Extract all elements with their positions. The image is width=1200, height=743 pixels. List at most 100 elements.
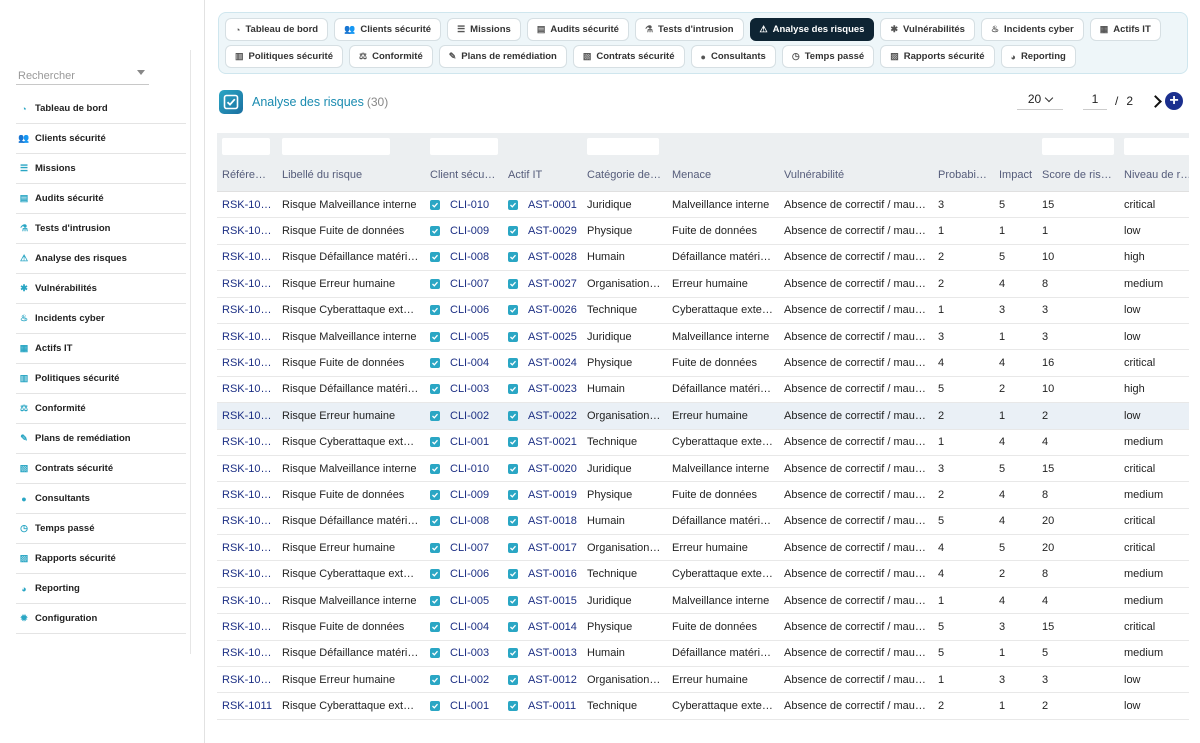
module-tab[interactable]: ◷ Temps passé — [781, 45, 875, 68]
table-cell[interactable]: RSK-1013 — [217, 640, 277, 668]
module-tab[interactable]: ▤ Audits sécurité — [526, 18, 629, 41]
table-cell[interactable]: RSK-1022 — [217, 402, 277, 430]
table-row[interactable]: RSK-1016 Risque Cyberattaque externe CLI-0… — [217, 560, 1189, 588]
module-tab[interactable]: ⚗ Tests d'intrusion — [634, 18, 744, 41]
module-tab[interactable]: ● Consultants — [690, 45, 776, 68]
client-link[interactable]: CLI-008 — [450, 251, 489, 263]
asset-link[interactable]: AST-0018 — [528, 515, 577, 527]
table-row[interactable]: RSK-1011 Risque Cyberattaque externe CLI-0… — [217, 692, 1189, 720]
table-cell[interactable]: CLI-009 — [425, 481, 503, 509]
table-cell[interactable]: RSK-1027 — [217, 270, 277, 298]
next-page-icon[interactable] — [1149, 94, 1162, 108]
column-header[interactable]: Client sécurité — [425, 159, 503, 192]
table-cell[interactable]: AST-0021 — [503, 429, 582, 456]
table-row[interactable]: RSK-1027 Risque Erreur humaine CLI-007 AST-… — [217, 270, 1189, 298]
client-link[interactable]: CLI-009 — [450, 489, 489, 501]
table-cell[interactable]: RSK-1030 — [217, 191, 277, 219]
asset-link[interactable]: AST-0011 — [528, 700, 576, 712]
module-tab[interactable]: 👥 Clients sécurité — [334, 18, 442, 41]
table-cell[interactable]: AST-0016 — [503, 560, 582, 588]
client-link[interactable]: CLI-004 — [450, 621, 489, 633]
asset-link[interactable]: AST-0028 — [528, 251, 577, 263]
sidebar-item[interactable]: ☰ Missions — [16, 154, 186, 184]
table-cell[interactable]: CLI-006 — [425, 560, 503, 588]
column-header[interactable]: Catégorie de risque — [582, 159, 667, 192]
table-cell[interactable]: AST-0024 — [503, 349, 582, 377]
table-row[interactable]: RSK-1022 Risque Erreur humaine CLI-002 AST-… — [217, 402, 1189, 430]
current-page-input[interactable]: 1 — [1083, 92, 1107, 110]
sidebar-item[interactable]: ▨ Rapports sécurité — [16, 544, 186, 574]
client-link[interactable]: CLI-007 — [450, 278, 489, 290]
table-cell[interactable]: CLI-007 — [425, 534, 503, 562]
table-cell[interactable]: RSK-1021 — [217, 429, 277, 456]
table-row[interactable]: RSK-1020 Risque Malveillance interne CLI-0… — [217, 455, 1189, 483]
table-cell[interactable]: RSK-1020 — [217, 455, 277, 483]
asset-link[interactable]: AST-0001 — [528, 199, 577, 211]
table-row[interactable]: RSK-1029 Risque Fuite de données CLI-009 AS… — [217, 217, 1189, 245]
module-tab[interactable]: ▥ Politiques sécurité — [225, 45, 343, 68]
table-row[interactable]: RSK-1018 Risque Défaillance matérielle CLI… — [217, 508, 1189, 536]
table-cell[interactable]: RSK-1018 — [217, 508, 277, 536]
asset-link[interactable]: AST-0029 — [528, 225, 577, 237]
sidebar-item[interactable]: ⚠ Analyse des risques — [16, 244, 186, 274]
table-row[interactable]: RSK-1014 Risque Fuite de données CLI-004 AS… — [217, 613, 1189, 641]
table-cell[interactable]: CLI-010 — [425, 455, 503, 483]
module-tab[interactable]: ▧ Contrats sécurité — [572, 45, 685, 68]
module-tab[interactable]: ⚠ Analyse des risques — [749, 18, 875, 41]
table-cell[interactable]: RSK-1024 — [217, 349, 277, 377]
asset-link[interactable]: AST-0014 — [528, 621, 577, 633]
table-row[interactable]: RSK-1021 Risque Cyberattaque externe CLI-0… — [217, 429, 1189, 456]
column-header[interactable]: Menace — [667, 159, 779, 192]
column-header[interactable]: Vulnérabilité — [779, 159, 933, 192]
asset-link[interactable]: AST-0016 — [528, 568, 577, 580]
table-cell[interactable]: CLI-006 — [425, 297, 503, 324]
module-tab[interactable]: ✱ Vulnérabilités — [880, 18, 975, 41]
asset-link[interactable]: AST-0023 — [528, 383, 577, 395]
client-link[interactable]: CLI-004 — [450, 357, 489, 369]
client-link[interactable]: CLI-005 — [450, 331, 489, 343]
table-row[interactable]: RSK-1024 Risque Fuite de données CLI-004 AS… — [217, 349, 1189, 377]
asset-link[interactable]: AST-0013 — [528, 647, 577, 659]
client-link[interactable]: CLI-009 — [450, 225, 489, 237]
table-cell[interactable]: RSK-1025 — [217, 323, 277, 351]
sidebar-item[interactable]: ◕ Reporting — [16, 574, 186, 604]
table-cell[interactable]: CLI-001 — [425, 692, 503, 720]
table-cell[interactable]: CLI-002 — [425, 402, 503, 430]
table-row[interactable]: RSK-1026 Risque Cyberattaque externe CLI-0… — [217, 297, 1189, 324]
sidebar-item[interactable]: ✎ Plans de remédiation — [16, 424, 186, 454]
asset-link[interactable]: AST-0020 — [528, 463, 577, 475]
table-cell[interactable]: CLI-003 — [425, 640, 503, 668]
asset-link[interactable]: AST-0026 — [528, 304, 577, 316]
table-cell[interactable]: CLI-005 — [425, 323, 503, 351]
asset-link[interactable]: AST-0027 — [528, 278, 577, 290]
sidebar-item[interactable]: ▥ Politiques sécurité — [16, 364, 186, 394]
sidebar-item[interactable]: 👥 Clients sécurité — [16, 124, 186, 154]
table-row[interactable]: RSK-1025 Risque Malveillance interne CLI-0… — [217, 323, 1189, 351]
asset-link[interactable]: AST-0015 — [528, 595, 577, 607]
table-cell[interactable]: CLI-003 — [425, 376, 503, 404]
table-row[interactable]: RSK-1019 Risque Fuite de données CLI-009 AS… — [217, 481, 1189, 509]
table-cell[interactable]: AST-0019 — [503, 481, 582, 509]
module-tab[interactable]: ▨ Rapports sécurité — [880, 45, 995, 68]
asset-link[interactable]: AST-0025 — [528, 331, 577, 343]
table-cell[interactable]: RSK-1012 — [217, 666, 277, 694]
module-tab[interactable]: ▦ Actifs IT — [1089, 18, 1161, 41]
table-cell[interactable]: AST-0012 — [503, 666, 582, 694]
table-cell[interactable]: AST-0013 — [503, 640, 582, 668]
module-tab[interactable]: ✎ Plans de remédiation — [438, 45, 567, 68]
table-cell[interactable]: CLI-009 — [425, 217, 503, 245]
table-cell[interactable]: AST-0023 — [503, 376, 582, 404]
column-filter-input[interactable] — [1124, 137, 1189, 155]
table-cell[interactable]: RSK-1015 — [217, 587, 277, 615]
sidebar-item[interactable]: ♨ Incidents cyber — [16, 304, 186, 334]
table-cell[interactable]: RSK-1028 — [217, 244, 277, 272]
table-cell[interactable]: CLI-002 — [425, 666, 503, 694]
sidebar-item[interactable]: ● Consultants — [16, 484, 186, 514]
table-row[interactable]: RSK-1012 Risque Erreur humaine CLI-002 AST-… — [217, 666, 1189, 694]
table-row[interactable]: RSK-1030 Risque Malveillance interne CLI-0… — [217, 191, 1189, 219]
column-header[interactable]: Niveau de risque — [1119, 159, 1189, 192]
table-cell[interactable]: AST-0025 — [503, 323, 582, 351]
chevron-down-icon[interactable] — [137, 70, 145, 75]
asset-link[interactable]: AST-0024 — [528, 357, 577, 369]
module-tab[interactable]: ☰ Missions — [447, 18, 521, 41]
